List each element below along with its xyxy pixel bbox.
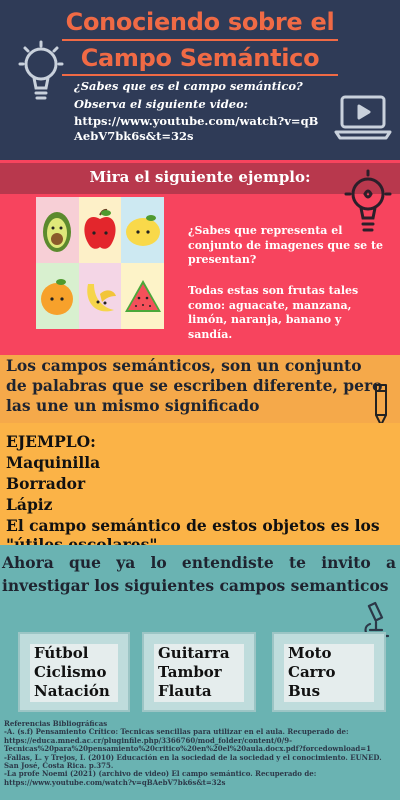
topic-word: Carro <box>288 663 336 681</box>
video-link[interactable]: https://www.youtube.com/watch?v=qBAebV7b… <box>74 114 324 144</box>
banana-image <box>78 263 122 329</box>
ejemplo-item: Maquinilla <box>6 453 101 472</box>
fruit-image-grid <box>36 197 164 329</box>
topic-word: Tambor <box>158 663 222 681</box>
invite-text: Ahora que ya lo entendiste te invito a i… <box>2 553 396 595</box>
topic-word: Guitarra <box>158 644 230 662</box>
ejemplo-item: Lápiz <box>6 495 53 514</box>
reference-entry: -Fallas, L. y Trejos, I. (2010) Educació… <box>4 752 382 771</box>
topic-word: Bus <box>288 682 321 700</box>
lemon-image <box>121 197 164 263</box>
topic-word: Flauta <box>158 682 212 700</box>
title-underline <box>62 39 338 41</box>
video-prompt: Observa el siguiente video: <box>74 97 248 111</box>
topic-word: Natación <box>34 682 110 700</box>
orange-image <box>36 263 79 329</box>
lightbulb-icon <box>18 40 64 100</box>
page-title-line1: Conociendo sobre el <box>65 8 335 36</box>
topic-card-vehicles: Moto Carro Bus <box>272 632 386 712</box>
avocado-image <box>36 197 79 263</box>
example-answer: Todas estas son frutas tales como: aguac… <box>188 284 359 341</box>
topic-word: Fútbol <box>34 644 89 662</box>
pencil-icon <box>375 384 387 426</box>
definition-text: Los campos semánticos, son un conjunto d… <box>6 356 383 415</box>
apple-image <box>78 197 122 263</box>
ejemplo-label: EJEMPLO: <box>6 432 96 451</box>
reference-entry: -La profe Noemi (2021) (archivo de video… <box>4 769 317 787</box>
reference-entry: -A. (s.f) Pensamiento Crítico: Tecnicas … <box>4 727 371 754</box>
topic-card-instruments: Guitarra Tambor Flauta <box>142 632 256 712</box>
topic-word: Moto <box>288 644 332 662</box>
title-underline-2 <box>62 74 338 76</box>
example-question: ¿Sabes que representa el conjunto de ima… <box>188 224 384 266</box>
topic-card-sports: Fútbol Ciclismo Natación <box>18 632 130 712</box>
laptop-video-icon <box>334 95 392 140</box>
references-section: Referencias Bibliográficas -A. (s.f) Pen… <box>0 720 400 800</box>
watermelon-image <box>121 263 164 329</box>
ejemplo-item: Borrador <box>6 474 86 493</box>
question-text: ¿Sabes que es el campo semántico? <box>74 79 303 93</box>
topic-word: Ciclismo <box>34 663 107 681</box>
